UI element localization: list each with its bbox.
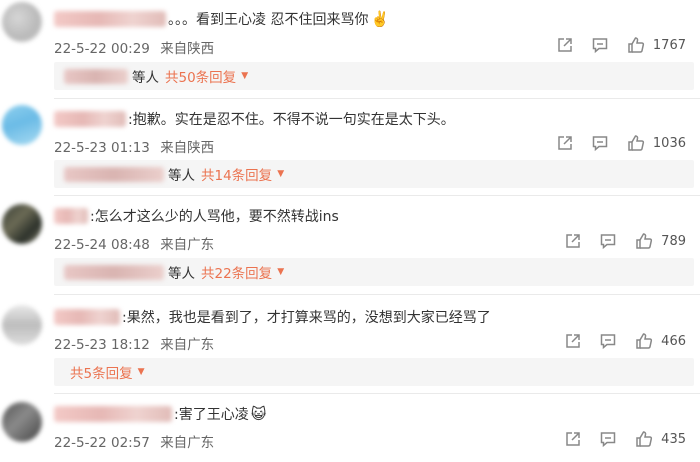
reply-summary: 等人 共50条回复 ▼ (54, 62, 694, 90)
comment-date: 22-5-23 01:13 (54, 140, 150, 156)
reply-count: 共50条回复 (165, 70, 237, 86)
caret-down-icon: ▼ (241, 71, 249, 81)
caret-down-icon: ▼ (277, 267, 285, 277)
blurred-username[interactable] (54, 406, 172, 422)
comment-icon[interactable] (591, 134, 609, 152)
reply-summary: 等人 共14条回复 ▼ (54, 160, 694, 188)
reply-others-label: 等人 (132, 70, 159, 86)
blurred-username[interactable] (54, 208, 88, 224)
comment-meta: 22-5-22 00:29 来自陕西 (54, 37, 214, 57)
comment-date: 22-5-23 18:12 (54, 337, 150, 353)
blurred-reply-names (64, 68, 128, 84)
blurred-username[interactable] (54, 11, 166, 27)
share-icon[interactable] (556, 134, 574, 152)
like-count: 789 (661, 233, 686, 249)
victory-hand-emoji: ✌️ (370, 10, 390, 28)
comment-text-line: :抱歉。实在是忍不住。不得不说一句实在是太下头。 (54, 109, 455, 129)
comment-actions: 1767 (556, 36, 686, 54)
avatar[interactable] (2, 105, 42, 145)
comment-text: :害了王心凌 (174, 407, 249, 423)
reply-count: 共22条回复 (201, 266, 273, 282)
comment-text: :抱歉。实在是忍不住。不得不说一句实在是太下头。 (128, 112, 455, 128)
comment-meta: 22-5-23 18:12 来自广东 (54, 333, 214, 353)
comment-actions: 466 (564, 332, 686, 350)
comment-text-line: 。。。看到王心凌 忍不住回来骂你 ✌️ (54, 9, 389, 29)
like-count: 1036 (652, 135, 686, 151)
blurred-username[interactable] (54, 111, 126, 127)
like-count: 435 (661, 431, 686, 447)
comment-actions: 435 (564, 430, 686, 448)
reply-others-label: 等人 (168, 168, 195, 184)
comment-text: 。。。看到王心凌 忍不住回来骂你 (168, 12, 369, 28)
comment-location: 来自陕西 (160, 140, 215, 156)
thumbs-up-icon[interactable] (627, 36, 645, 54)
thumbs-up-icon[interactable] (635, 232, 653, 250)
comment-text: :果然，我也是看到了，才打算来骂的，没想到大家已经骂了 (122, 310, 491, 326)
thumbs-up-icon[interactable] (627, 134, 645, 152)
comment-text-line: :害了王心凌 😺 (54, 404, 266, 424)
view-replies-link[interactable]: 共14条回复 ▼ (201, 164, 284, 184)
comment-location: 来自陕西 (160, 41, 215, 57)
like-count: 466 (661, 333, 686, 349)
share-icon[interactable] (564, 332, 582, 350)
comment-text-line: :怎么才这么少的人骂他，要不然转战ins (54, 206, 339, 226)
blurred-reply-names (64, 166, 164, 182)
avatar[interactable] (2, 305, 42, 345)
comment-location: 来自广东 (160, 435, 215, 451)
divider (54, 393, 700, 394)
thumbs-up-icon[interactable] (635, 332, 653, 350)
reply-others-label: 等人 (168, 266, 195, 282)
comment-text: :怎么才这么少的人骂他，要不然转战ins (90, 209, 339, 225)
reply-count: 共14条回复 (201, 168, 273, 184)
comment-icon[interactable] (599, 232, 617, 250)
thumbs-up-icon[interactable] (635, 430, 653, 448)
comment-location: 来自广东 (160, 237, 215, 253)
divider (54, 195, 700, 196)
comment-actions: 789 (564, 232, 686, 250)
cat-face-emoji: 😺 (250, 405, 267, 423)
comment-icon[interactable] (599, 332, 617, 350)
avatar[interactable] (2, 2, 42, 42)
divider (54, 98, 700, 99)
reply-count: 共5条回复 (70, 366, 133, 382)
comment-icon[interactable] (591, 36, 609, 54)
blurred-username[interactable] (54, 309, 120, 325)
comment-meta: 22-5-24 08:48 来自广东 (54, 233, 214, 253)
caret-down-icon: ▼ (277, 169, 285, 179)
share-icon[interactable] (564, 232, 582, 250)
caret-down-icon: ▼ (137, 367, 145, 377)
reply-summary: 共5条回复 ▼ (54, 358, 694, 386)
like-count: 1767 (652, 37, 686, 53)
comment-date: 22-5-22 00:29 (54, 41, 150, 57)
view-replies-link[interactable]: 共50条回复 ▼ (165, 66, 248, 86)
divider (54, 294, 700, 295)
comment-text-line: :果然，我也是看到了，才打算来骂的，没想到大家已经骂了 (54, 307, 491, 327)
reply-summary: 等人 共22条回复 ▼ (54, 258, 694, 286)
comment-date: 22-5-22 02:57 (54, 435, 150, 451)
blurred-reply-names (64, 264, 164, 280)
avatar[interactable] (2, 402, 42, 442)
share-icon[interactable] (564, 430, 582, 448)
view-replies-link[interactable]: 共5条回复 ▼ (70, 362, 145, 382)
comment-meta: 22-5-22 02:57 来自广东 (54, 431, 214, 451)
avatar[interactable] (2, 204, 42, 244)
view-replies-link[interactable]: 共22条回复 ▼ (201, 262, 284, 282)
share-icon[interactable] (556, 36, 574, 54)
comment-meta: 22-5-23 01:13 来自陕西 (54, 136, 214, 156)
comment-date: 22-5-24 08:48 (54, 237, 150, 253)
comment-actions: 1036 (556, 134, 686, 152)
comment-icon[interactable] (599, 430, 617, 448)
comment-location: 来自广东 (160, 337, 215, 353)
